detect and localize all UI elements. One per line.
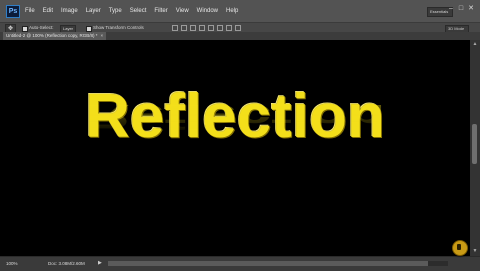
close-button[interactable]: ✕ — [466, 4, 476, 13]
align-bottom-icon[interactable] — [190, 25, 196, 31]
status-bar: 100% Doc: 3.08M/2.60M ▶ — [0, 256, 480, 271]
photoshop-logo-icon: Ps — [6, 5, 20, 18]
document-info: Doc: 3.08M/2.60M — [48, 261, 85, 266]
cursor-pointer-icon — [457, 244, 461, 250]
document-tab-title: Untitled-2 @ 100% (Reflection copy, RGB/… — [6, 33, 98, 38]
scroll-down-icon[interactable]: ▼ — [472, 248, 478, 254]
document-tab-bar: Untitled-2 @ 100% (Reflection copy, RGB/… — [0, 32, 480, 40]
reflection-text-mirror: Reflection — [85, 97, 385, 136]
zoom-level[interactable]: 100% — [6, 260, 18, 267]
document-tab[interactable]: Untitled-2 @ 100% (Reflection copy, RGB/… — [3, 32, 107, 40]
horizontal-scroll-thumb[interactable] — [108, 261, 428, 266]
cursor-highlight-icon — [452, 240, 468, 256]
menu-items: File Edit Image Layer Type Select Filter… — [25, 0, 246, 22]
menu-type[interactable]: Type — [109, 8, 122, 14]
menu-window[interactable]: Window — [197, 8, 218, 14]
align-top-icon[interactable] — [172, 25, 178, 31]
align-buttons — [172, 25, 244, 31]
document-canvas[interactable]: Reflection Reflection — [0, 40, 470, 256]
vertical-scrollbar[interactable]: ▲ ▼ — [470, 40, 480, 256]
menu-edit[interactable]: Edit — [43, 8, 53, 14]
menu-filter[interactable]: Filter — [154, 8, 167, 14]
menu-view[interactable]: View — [176, 8, 189, 14]
distribute-h-icon[interactable] — [235, 25, 241, 31]
show-transform-label: Show Transform Controls — [93, 25, 144, 30]
scroll-up-icon[interactable]: ▲ — [472, 41, 478, 47]
horizontal-scrollbar[interactable] — [108, 261, 448, 266]
align-right-icon[interactable] — [217, 25, 223, 31]
distribute-icon[interactable] — [226, 25, 232, 31]
maximize-button[interactable]: □ — [456, 4, 466, 13]
minimize-button[interactable]: – — [446, 4, 456, 13]
auto-select-label: Auto-Select: — [29, 25, 54, 30]
vertical-scroll-thumb[interactable] — [472, 124, 477, 164]
menu-bar: Ps File Edit Image Layer Type Select Fil… — [0, 0, 480, 22]
menu-image[interactable]: Image — [61, 8, 78, 14]
menu-file[interactable]: File — [25, 8, 35, 14]
menu-layer[interactable]: Layer — [86, 8, 101, 14]
menu-select[interactable]: Select — [130, 8, 147, 14]
window-controls: – □ ✕ — [446, 4, 476, 13]
menu-help[interactable]: Help — [226, 8, 238, 14]
align-center-icon[interactable] — [208, 25, 214, 31]
align-middle-icon[interactable] — [181, 25, 187, 31]
tab-close-icon[interactable]: × — [101, 33, 104, 38]
status-menu-arrow-icon[interactable]: ▶ — [98, 260, 102, 267]
align-left-icon[interactable] — [199, 25, 205, 31]
